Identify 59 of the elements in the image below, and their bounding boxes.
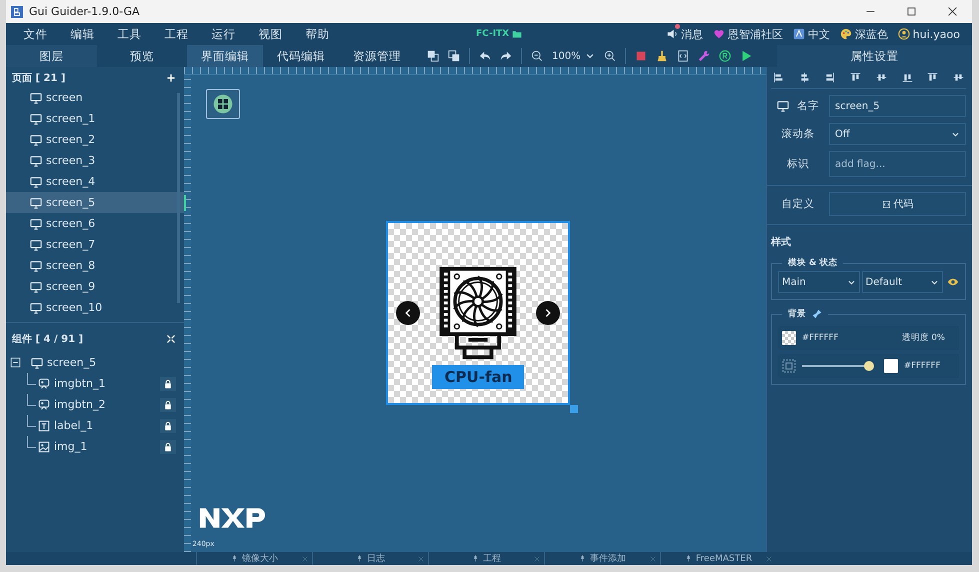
editor-tab[interactable]: 界面编辑 bbox=[187, 45, 263, 67]
menu-item[interactable]: 工具 bbox=[106, 26, 153, 42]
page-item[interactable]: screen_5 bbox=[6, 192, 184, 213]
page-item[interactable]: screen_4 bbox=[6, 171, 184, 192]
group-title: 背景 bbox=[788, 308, 806, 320]
top-link[interactable]: hui.yaoo bbox=[912, 28, 960, 40]
menu-item[interactable]: 运行 bbox=[200, 26, 247, 42]
menu-item[interactable]: 工程 bbox=[153, 26, 200, 42]
part-dropdown[interactable]: Main bbox=[778, 271, 860, 293]
tree-item[interactable]: screen_5 bbox=[47, 356, 184, 369]
code-button[interactable]: 代码 bbox=[829, 192, 966, 216]
section-title: 组件 [ 4 / 91 ] bbox=[12, 332, 84, 346]
name-field[interactable]: screen_5 bbox=[829, 95, 966, 117]
page-item[interactable]: screen_9 bbox=[6, 276, 184, 297]
scrollbar-dropdown[interactable]: Off bbox=[829, 123, 966, 145]
page-item[interactable]: screen_3 bbox=[6, 150, 184, 171]
top-link[interactable]: 深蓝色 bbox=[854, 26, 888, 42]
page-item[interactable]: screen_1 bbox=[6, 108, 184, 129]
flag-field[interactable]: add flag... bbox=[829, 151, 966, 177]
tree-item[interactable]: label_1 bbox=[54, 419, 156, 432]
page-item[interactable]: screen_8 bbox=[6, 255, 184, 276]
menu-item[interactable]: 文件 bbox=[12, 26, 59, 42]
panel-title: 属性设置 bbox=[777, 45, 972, 67]
menu-item[interactable]: 帮助 bbox=[294, 26, 341, 42]
project-name: FC-ITX bbox=[476, 29, 510, 39]
screen-preview[interactable]: CPU-fan bbox=[386, 221, 570, 405]
field-label: 自定义 bbox=[780, 197, 816, 211]
window-title: Gui Guider-1.9.0-GA bbox=[29, 5, 141, 18]
tree-item[interactable]: imgbtn_2 bbox=[54, 398, 156, 411]
page-item[interactable]: screen_10 bbox=[6, 297, 184, 318]
page-item[interactable]: screen bbox=[6, 87, 184, 108]
dock-tab[interactable]: FreeMASTER bbox=[660, 552, 776, 565]
section-title: 页面 [ 21 ] bbox=[12, 72, 66, 85]
dock-tab[interactable]: 工程 bbox=[428, 552, 544, 565]
top-link[interactable]: 中文 bbox=[808, 26, 830, 42]
tree-item[interactable]: imgbtn_1 bbox=[54, 377, 156, 390]
color-value[interactable]: #FFFFFF bbox=[904, 361, 940, 371]
page-item[interactable]: screen_7 bbox=[6, 234, 184, 255]
field-label: 标识 bbox=[786, 157, 810, 171]
section-heading: 样式 bbox=[771, 236, 792, 249]
widget-label[interactable]: CPU-fan bbox=[432, 365, 524, 389]
page-item[interactable]: screen_2 bbox=[6, 129, 184, 150]
page-item[interactable]: screen_6 bbox=[6, 213, 184, 234]
dock-tab[interactable]: 镜像大小 bbox=[196, 552, 312, 565]
state-dropdown[interactable]: Default bbox=[862, 271, 943, 293]
dock-tab[interactable]: 事件添加 bbox=[544, 552, 660, 565]
tree-item[interactable]: img_1 bbox=[54, 440, 156, 453]
zoom-level[interactable]: 100% bbox=[552, 50, 581, 62]
field-label: 名字 bbox=[797, 99, 819, 113]
field-label: 滚动条 bbox=[780, 127, 816, 141]
top-link[interactable]: 恩智浦社区 bbox=[728, 26, 783, 42]
dock-tab[interactable]: 日志 bbox=[312, 552, 428, 565]
menu-item[interactable]: 编辑 bbox=[59, 26, 106, 42]
top-link[interactable]: 消息 bbox=[680, 26, 703, 42]
panel-tab[interactable]: 图层 bbox=[6, 45, 96, 67]
opacity-value: 透明度 0% bbox=[902, 332, 945, 344]
menu-item[interactable]: 视图 bbox=[247, 26, 294, 42]
color-value[interactable]: #FFFFFF bbox=[802, 333, 838, 343]
group-title: 模块 & 状态 bbox=[788, 257, 838, 269]
